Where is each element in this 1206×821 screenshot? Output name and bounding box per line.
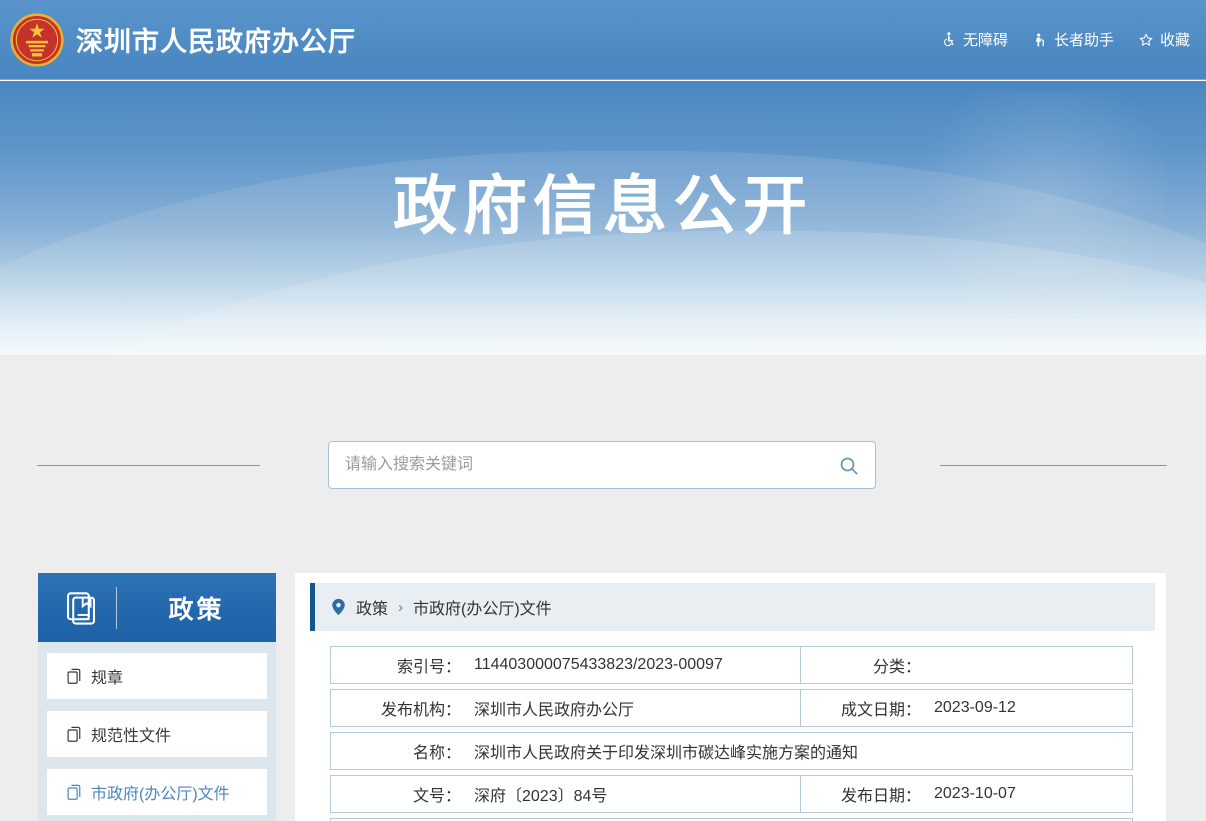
table-row: 发布机构： 深圳市人民政府办公厅 成文日期： 2023-09-12 — [330, 689, 1133, 727]
field-value: 2023-09-12 — [921, 699, 1016, 717]
national-emblem-icon — [10, 13, 64, 67]
field-document-number: 文号： 深府〔2023〕84号 — [331, 776, 801, 812]
table-row: 索引号： 114403000075433823/2023-00097 分类： — [330, 646, 1133, 684]
search-icon[interactable] — [837, 454, 861, 478]
elder-helper-link[interactable]: 长者助手 — [1032, 29, 1114, 50]
field-value: 深圳市人民政府关于印发深圳市碳达峰实施方案的通知 — [461, 739, 858, 763]
table-row: 文号： 深府〔2023〕84号 发布日期： 2023-10-07 — [330, 775, 1133, 813]
document-icon — [67, 726, 82, 743]
field-date-written: 成文日期： 2023-09-12 — [801, 690, 1132, 726]
policy-book-icon — [62, 589, 100, 627]
breadcrumb: 政策 › 市政府(办公厅)文件 — [310, 583, 1155, 631]
field-label: 名称： — [331, 739, 461, 763]
site-title: 深圳市人民政府办公厅 — [76, 20, 356, 59]
document-meta-table: 索引号： 114403000075433823/2023-00097 分类： 发… — [330, 646, 1133, 821]
field-value: 2023-10-07 — [921, 785, 1016, 803]
page-banner: 政府信息公开 — [0, 81, 1206, 355]
sidebar-item-municipal-government-documents[interactable]: 市政府(办公厅)文件 — [47, 769, 267, 815]
field-value: 深府〔2023〕84号 — [461, 782, 607, 806]
field-category: 分类： — [801, 647, 1132, 683]
field-publish-date: 发布日期： 2023-10-07 — [801, 776, 1132, 812]
field-label: 发布机构： — [331, 696, 461, 720]
accessibility-link[interactable]: 无障碍 — [940, 29, 1008, 50]
field-document-title: 名称： 深圳市人民政府关于印发深圳市碳达峰实施方案的通知 — [331, 733, 1132, 769]
field-value: 114403000075433823/2023-00097 — [461, 656, 723, 674]
star-icon — [1138, 32, 1154, 48]
sidebar-header-label: 政策 — [117, 590, 276, 626]
search-decor-line-left — [37, 465, 260, 466]
field-label: 索引号： — [331, 653, 461, 677]
top-links: 无障碍 长者助手 收藏 — [940, 29, 1190, 50]
field-issuing-agency: 发布机构： 深圳市人民政府办公厅 — [331, 690, 801, 726]
accessibility-icon — [940, 31, 957, 48]
breadcrumb-item-current: 市政府(办公厅)文件 — [413, 595, 552, 619]
sidebar: 政策 规章 规范性文件 — [38, 573, 276, 821]
field-index-number: 索引号： 114403000075433823/2023-00097 — [331, 647, 801, 683]
document-icon — [67, 668, 82, 685]
sidebar-item-regulations[interactable]: 规章 — [47, 653, 267, 699]
sidebar-item-label: 市政府(办公厅)文件 — [91, 780, 230, 804]
search-decor-line-right — [940, 465, 1167, 466]
breadcrumb-item-policy[interactable]: 政策 — [356, 595, 388, 619]
document-icon — [67, 784, 82, 801]
sidebar-item-label: 规章 — [91, 664, 123, 688]
sidebar-list: 规章 规范性文件 市政府(办公厅)文件 — [38, 642, 276, 821]
top-bar: 深圳市人民政府办公厅 无障碍 长者助手 收藏 — [0, 0, 1206, 80]
field-label: 分类： — [801, 653, 921, 677]
accessibility-link-label: 无障碍 — [963, 29, 1008, 50]
table-row: 名称： 深圳市人民政府关于印发深圳市碳达峰实施方案的通知 — [330, 732, 1133, 770]
breadcrumb-separator: › — [398, 599, 403, 616]
search-box — [328, 441, 876, 489]
field-value: 深圳市人民政府办公厅 — [461, 696, 634, 720]
content-panel: 政策 › 市政府(办公厅)文件 索引号： 114403000075433823/… — [295, 573, 1166, 821]
field-label: 发布日期： — [801, 782, 921, 806]
page-title: 政府信息公开 — [0, 155, 1206, 247]
location-pin-icon — [331, 598, 346, 616]
field-label: 成文日期： — [801, 696, 921, 720]
main-area: 政策 规章 规范性文件 — [0, 355, 1206, 821]
search-input[interactable] — [329, 442, 875, 488]
favorite-link[interactable]: 收藏 — [1138, 29, 1190, 50]
elder-icon — [1032, 32, 1048, 48]
favorite-link-label: 收藏 — [1160, 29, 1190, 50]
elder-helper-link-label: 长者助手 — [1054, 29, 1114, 50]
sidebar-header: 政策 — [38, 573, 276, 642]
sidebar-item-normative-documents[interactable]: 规范性文件 — [47, 711, 267, 757]
sidebar-item-label: 规范性文件 — [91, 722, 171, 746]
field-label: 文号： — [331, 782, 461, 806]
